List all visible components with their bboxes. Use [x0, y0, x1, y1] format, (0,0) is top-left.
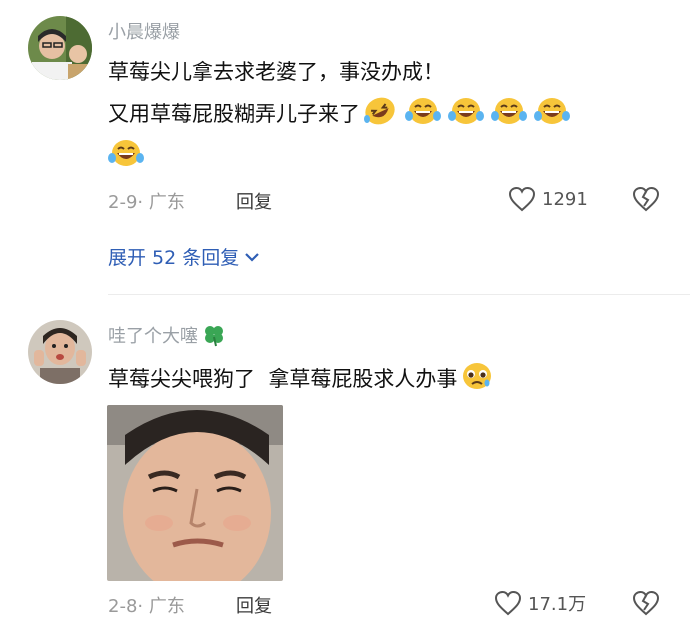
avatar[interactable] [28, 16, 92, 80]
tears-of-joy-emoji [108, 140, 144, 166]
comment-text: 又用草莓屁股糊弄儿子来了 [108, 102, 360, 126]
like-count: 1291 [542, 188, 588, 210]
username[interactable]: 哇了个大噻 [108, 322, 226, 348]
rolling-laughing-emoji [364, 97, 395, 125]
like-button[interactable]: 17.1万 [494, 590, 586, 616]
heart-icon [494, 590, 522, 616]
like-count: 17.1万 [528, 594, 587, 615]
comment-date: 2-9 [108, 192, 138, 213]
dislike-button[interactable] [632, 186, 660, 216]
dislike-button[interactable] [632, 590, 660, 620]
username[interactable]: 小晨爆爆 [108, 18, 180, 44]
reply-button[interactable]: 回复 [236, 592, 272, 618]
tears-of-joy-emoji [491, 98, 527, 124]
expand-replies-link[interactable]: 展开 52 条回复 [108, 243, 261, 270]
avatar[interactable] [28, 320, 92, 384]
comment-location: · 广东 [137, 192, 185, 213]
broken-heart-icon [632, 590, 660, 616]
username-text: 哇了个大噻 [108, 326, 198, 347]
comment-text: 草莓尖尖喂狗了 拿草莓屁股求人办事 [108, 367, 458, 391]
comment-location: · 广东 [137, 596, 185, 617]
reply-button[interactable]: 回复 [236, 188, 272, 214]
pleading-face-emoji [463, 363, 492, 389]
comment-meta: 2-8· 广东 [108, 592, 185, 618]
heart-icon [508, 186, 536, 212]
comment-text-line [108, 138, 151, 174]
tears-of-joy-emoji [405, 98, 441, 124]
comment-date: 2-8 [108, 596, 138, 617]
comment-text-line: 又用草莓屁股糊弄儿子来了 [108, 96, 577, 132]
like-button[interactable]: 1291 [508, 186, 588, 212]
tears-of-joy-emoji [448, 98, 484, 124]
divider [108, 294, 690, 295]
comment-text-line: 草莓尖尖喂狗了 拿草莓屁股求人办事 [108, 361, 502, 397]
chevron-down-icon [245, 252, 260, 262]
expand-replies-label: 展开 52 条回复 [108, 247, 240, 269]
four-leaf-clover-icon [205, 326, 223, 347]
comment-meta: 2-9· 广东 [108, 188, 185, 214]
tears-of-joy-emoji [534, 98, 570, 124]
broken-heart-icon [632, 186, 660, 212]
comment-image[interactable] [107, 405, 283, 581]
comment-text-line: 草莓尖儿拿去求老婆了，事没办成！ [108, 60, 444, 84]
